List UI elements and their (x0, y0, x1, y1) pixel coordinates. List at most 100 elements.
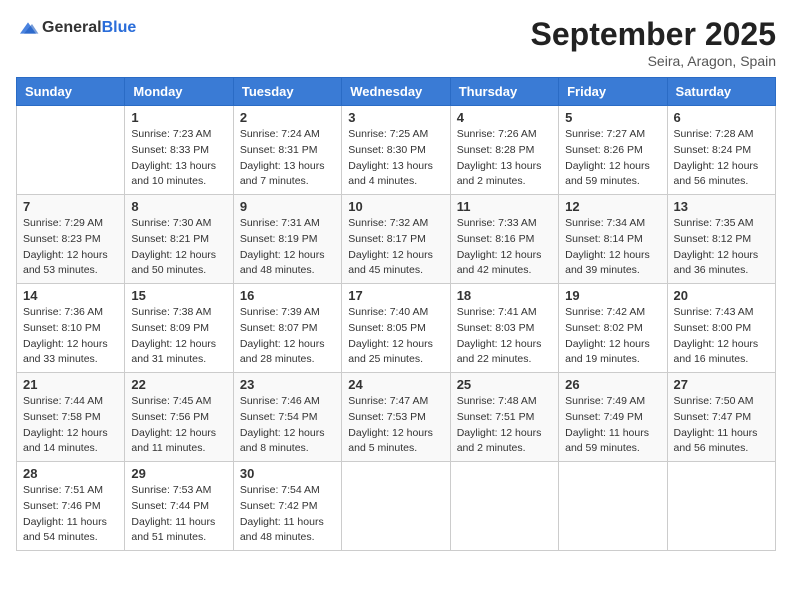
day-info: Sunrise: 7:28 AMSunset: 8:24 PMDaylight:… (674, 127, 769, 190)
calendar-cell (450, 462, 558, 551)
calendar-cell: 11 Sunrise: 7:33 AMSunset: 8:16 PMDayligh… (450, 195, 558, 284)
day-number: 12 (565, 199, 660, 214)
day-number: 25 (457, 377, 552, 392)
day-info: Sunrise: 7:42 AMSunset: 8:02 PMDaylight:… (565, 305, 660, 368)
day-number: 20 (674, 288, 769, 303)
calendar-cell: 9 Sunrise: 7:31 AMSunset: 8:19 PMDaylight… (233, 195, 341, 284)
calendar-cell: 10Sunrise: 7:32 AMSunset: 8:17 PMDayligh… (342, 195, 450, 284)
day-info: Sunrise: 7:48 AMSunset: 7:51 PMDaylight:… (457, 394, 552, 457)
day-number: 15 (131, 288, 226, 303)
calendar-table: SundayMondayTuesdayWednesdayThursdayFrid… (16, 77, 776, 551)
day-number: 23 (240, 377, 335, 392)
calendar-cell: 12 Sunrise: 7:34 AMSunset: 8:14 PMDayligh… (559, 195, 667, 284)
calendar-cell: 24 Sunrise: 7:47 AMSunset: 7:53 PMDayligh… (342, 373, 450, 462)
calendar-cell: 21 Sunrise: 7:44 AMSunset: 7:58 PMDayligh… (17, 373, 125, 462)
weekday-header-thursday: Thursday (450, 78, 558, 106)
day-info: Sunrise: 7:24 AMSunset: 8:31 PMDaylight:… (240, 127, 335, 190)
weekday-header-saturday: Saturday (667, 78, 775, 106)
calendar-cell: 8 Sunrise: 7:30 AMSunset: 8:21 PMDaylight… (125, 195, 233, 284)
day-info: Sunrise: 7:23 AMSunset: 8:33 PMDaylight:… (131, 127, 226, 190)
day-number: 29 (131, 466, 226, 481)
calendar-cell: 7 Sunrise: 7:29 AMSunset: 8:23 PMDaylight… (17, 195, 125, 284)
day-info: Sunrise: 7:53 AMSunset: 7:44 PMDaylight:… (131, 483, 226, 546)
weekday-header-tuesday: Tuesday (233, 78, 341, 106)
day-info: Sunrise: 7:40 AMSunset: 8:05 PMDaylight:… (348, 305, 443, 368)
day-info: Sunrise: 7:27 AMSunset: 8:26 PMDaylight:… (565, 127, 660, 190)
day-info: Sunrise: 7:45 AMSunset: 7:56 PMDaylight:… (131, 394, 226, 457)
calendar-cell: 13 Sunrise: 7:35 AMSunset: 8:12 PMDayligh… (667, 195, 775, 284)
day-info: Sunrise: 7:33 AMSunset: 8:16 PMDaylight:… (457, 216, 552, 279)
calendar-cell: 22 Sunrise: 7:45 AMSunset: 7:56 PMDayligh… (125, 373, 233, 462)
calendar-cell: 19Sunrise: 7:42 AMSunset: 8:02 PMDayligh… (559, 284, 667, 373)
day-info: Sunrise: 7:26 AMSunset: 8:28 PMDaylight:… (457, 127, 552, 190)
day-info: Sunrise: 7:41 AMSunset: 8:03 PMDaylight:… (457, 305, 552, 368)
calendar-week-3: 14 Sunrise: 7:36 AMSunset: 8:10 PMDayligh… (17, 284, 776, 373)
day-info: Sunrise: 7:46 AMSunset: 7:54 PMDaylight:… (240, 394, 335, 457)
day-info: Sunrise: 7:29 AMSunset: 8:23 PMDaylight:… (23, 216, 118, 279)
day-info: Sunrise: 7:47 AMSunset: 7:53 PMDaylight:… (348, 394, 443, 457)
calendar-cell: 14 Sunrise: 7:36 AMSunset: 8:10 PMDayligh… (17, 284, 125, 373)
calendar-cell: 28Sunrise: 7:51 AMSunset: 7:46 PMDayligh… (17, 462, 125, 551)
day-info: Sunrise: 7:35 AMSunset: 8:12 PMDaylight:… (674, 216, 769, 279)
day-number: 14 (23, 288, 118, 303)
calendar-cell (559, 462, 667, 551)
logo-general-text: General (42, 19, 102, 37)
calendar-week-5: 28Sunrise: 7:51 AMSunset: 7:46 PMDayligh… (17, 462, 776, 551)
day-info: Sunrise: 7:36 AMSunset: 8:10 PMDaylight:… (23, 305, 118, 368)
calendar-cell: 3Sunrise: 7:25 AMSunset: 8:30 PMDaylight… (342, 106, 450, 195)
day-number: 16 (240, 288, 335, 303)
day-info: Sunrise: 7:51 AMSunset: 7:46 PMDaylight:… (23, 483, 118, 546)
day-info: Sunrise: 7:34 AMSunset: 8:14 PMDaylight:… (565, 216, 660, 279)
page-header: GeneralBlue September 2025 Seira, Aragon… (16, 16, 776, 69)
day-number: 21 (23, 377, 118, 392)
day-number: 7 (23, 199, 118, 214)
day-info: Sunrise: 7:31 AMSunset: 8:19 PMDaylight:… (240, 216, 335, 279)
calendar-cell: 18Sunrise: 7:41 AMSunset: 8:03 PMDayligh… (450, 284, 558, 373)
day-info: Sunrise: 7:32 AMSunset: 8:17 PMDaylight:… (348, 216, 443, 279)
calendar-cell: 2 Sunrise: 7:24 AMSunset: 8:31 PMDaylight… (233, 106, 341, 195)
day-number: 13 (674, 199, 769, 214)
calendar-cell: 16 Sunrise: 7:39 AMSunset: 8:07 PMDayligh… (233, 284, 341, 373)
day-number: 6 (674, 110, 769, 125)
day-info: Sunrise: 7:44 AMSunset: 7:58 PMDaylight:… (23, 394, 118, 457)
day-number: 1 (131, 110, 226, 125)
calendar-cell: 25 Sunrise: 7:48 AMSunset: 7:51 PMDayligh… (450, 373, 558, 462)
day-number: 27 (674, 377, 769, 392)
calendar-cell: 23 Sunrise: 7:46 AMSunset: 7:54 PMDayligh… (233, 373, 341, 462)
day-number: 2 (240, 110, 335, 125)
day-number: 11 (457, 199, 552, 214)
calendar-cell: 1 Sunrise: 7:23 AMSunset: 8:33 PMDaylight… (125, 106, 233, 195)
calendar-cell: 5 Sunrise: 7:27 AMSunset: 8:26 PMDaylight… (559, 106, 667, 195)
day-number: 30 (240, 466, 335, 481)
day-number: 5 (565, 110, 660, 125)
day-number: 4 (457, 110, 552, 125)
day-info: Sunrise: 7:50 AMSunset: 7:47 PMDaylight:… (674, 394, 769, 457)
day-number: 9 (240, 199, 335, 214)
weekday-header-sunday: Sunday (17, 78, 125, 106)
day-info: Sunrise: 7:25 AMSunset: 8:30 PMDaylight:… (348, 127, 443, 190)
weekday-header-friday: Friday (559, 78, 667, 106)
calendar-cell: 30 Sunrise: 7:54 AMSunset: 7:42 PMDayligh… (233, 462, 341, 551)
logo-blue-text: Blue (102, 19, 137, 37)
day-number: 22 (131, 377, 226, 392)
location: Seira, Aragon, Spain (531, 53, 776, 69)
day-number: 26 (565, 377, 660, 392)
calendar-cell (342, 462, 450, 551)
day-number: 8 (131, 199, 226, 214)
day-info: Sunrise: 7:54 AMSunset: 7:42 PMDaylight:… (240, 483, 335, 546)
calendar-cell: 17 Sunrise: 7:40 AMSunset: 8:05 PMDayligh… (342, 284, 450, 373)
calendar-cell (17, 106, 125, 195)
day-info: Sunrise: 7:39 AMSunset: 8:07 PMDaylight:… (240, 305, 335, 368)
calendar-cell: 26 Sunrise: 7:49 AMSunset: 7:49 PMDayligh… (559, 373, 667, 462)
day-number: 24 (348, 377, 443, 392)
weekday-header-wednesday: Wednesday (342, 78, 450, 106)
day-info: Sunrise: 7:38 AMSunset: 8:09 PMDaylight:… (131, 305, 226, 368)
calendar-week-4: 21 Sunrise: 7:44 AMSunset: 7:58 PMDayligh… (17, 373, 776, 462)
calendar-cell (667, 462, 775, 551)
day-info: Sunrise: 7:49 AMSunset: 7:49 PMDaylight:… (565, 394, 660, 457)
calendar-cell: 4 Sunrise: 7:26 AMSunset: 8:28 PMDaylight… (450, 106, 558, 195)
calendar-week-1: 1 Sunrise: 7:23 AMSunset: 8:33 PMDaylight… (17, 106, 776, 195)
day-info: Sunrise: 7:30 AMSunset: 8:21 PMDaylight:… (131, 216, 226, 279)
month-title: September 2025 (531, 16, 776, 53)
day-number: 17 (348, 288, 443, 303)
